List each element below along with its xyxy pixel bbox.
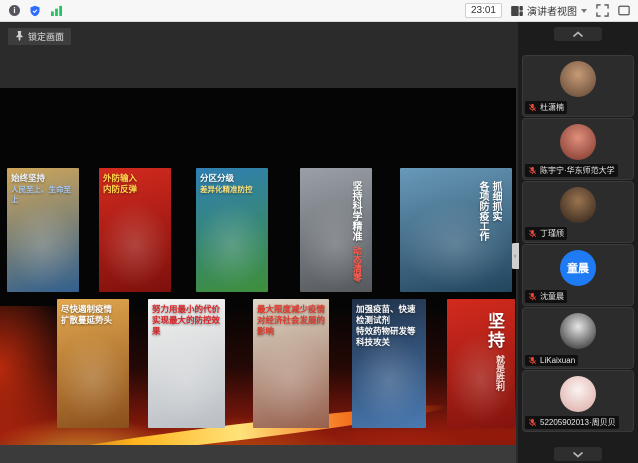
poster: 努力用最小的代价 实现最大的防控效果 — [148, 299, 225, 428]
participant-name-chip: 陈宇宁·华东师范大学 — [525, 164, 618, 177]
poster-photo — [99, 168, 171, 292]
participant-name-chip: LiKaixuan — [525, 355, 578, 366]
pin-screen-label: 锁定画面 — [28, 30, 64, 43]
speaker-view-icon — [511, 6, 523, 16]
poster-photo — [196, 168, 268, 292]
letterbox-strip — [0, 445, 516, 463]
muted-mic-icon — [528, 229, 537, 238]
fullscreen-icon[interactable] — [596, 4, 609, 17]
poster: 坚持就是胜利 — [447, 299, 515, 428]
poster-photo — [352, 299, 426, 428]
participant-name-chip: 丁瑾颀 — [525, 227, 567, 240]
shared-slide-image: 始终坚持人民至上、生命至上外防输入 内防反弹分区分级差异化精准防控坚持科学精准动… — [0, 88, 516, 445]
participants-sidebar: 杜潇楠陈宇宁·华东师范大学丁瑾颀童晨沈童晨 LiKaixuan 5220590201… — [518, 22, 638, 463]
poster-title: 坚持科学精准 — [347, 179, 364, 243]
muted-mic-icon — [528, 418, 537, 427]
muted-mic-icon — [528, 103, 537, 112]
poster-photo — [148, 299, 225, 428]
pin-icon — [15, 30, 24, 43]
avatar — [560, 61, 596, 97]
poster: 外防输入 内防反弹 — [99, 168, 171, 292]
participant-tile[interactable]: 丁瑾颀 — [522, 181, 634, 243]
participant-tile[interactable]: 52205902013·周贝贝 — [522, 370, 634, 432]
clock-time: 23:01 — [465, 3, 502, 18]
participant-name-chip: 杜潇楠 — [525, 101, 567, 114]
participant-name-chip: 沈童晨 — [525, 290, 567, 303]
participant-name: LiKaixuan — [540, 356, 575, 365]
participant-name: 杜潇楠 — [540, 102, 564, 113]
muted-mic-icon — [528, 292, 537, 301]
participant-tile[interactable]: 陈宇宁·华东师范大学 — [522, 118, 634, 180]
poster-title: 坚持 — [481, 310, 507, 352]
collapse-down-button[interactable] — [554, 447, 602, 461]
participant-tile[interactable]: 杜潇楠 — [522, 55, 634, 117]
muted-mic-icon — [528, 356, 537, 365]
poster: 始终坚持人民至上、生命至上 — [7, 168, 79, 292]
window-mode-icon[interactable] — [618, 5, 630, 16]
collapse-up-button[interactable] — [554, 27, 602, 41]
poster: 加强疫苗、快速检测试剂 特效药物研发等科技攻关 — [352, 299, 426, 428]
poster: 分区分级差异化精准防控 — [196, 168, 268, 292]
poster-photo — [7, 168, 79, 292]
participant-tile[interactable]: 童晨沈童晨 — [522, 244, 634, 306]
poster-title: 抓细抓实 各项防疫工作 — [474, 179, 504, 243]
participant-name: 52205902013·周贝贝 — [540, 417, 616, 428]
poster-subtitle: 动态清零 — [347, 244, 364, 284]
avatar — [560, 313, 596, 349]
network-signal-icon[interactable] — [50, 5, 63, 16]
poster-subtitle: 就是胜利 — [481, 353, 507, 393]
poster-photo — [57, 299, 129, 428]
avatar — [560, 376, 596, 412]
shared-screen-area: 锁定画面 始终坚持人民至上、生命至上外防输入 内防反弹分区分级差异化精准防控坚持… — [0, 22, 518, 463]
poster: 抓细抓实 各项防疫工作 — [400, 168, 512, 292]
poster: 尽快遏制疫情 扩散蔓延势头 — [57, 299, 129, 428]
chevron-down-icon — [581, 9, 587, 13]
participant-name: 丁瑾颀 — [540, 228, 564, 239]
participant-name: 陈宇宁·华东师范大学 — [540, 165, 615, 176]
meeting-info-icon[interactable]: i — [9, 5, 20, 16]
participant-name-chip: 52205902013·周贝贝 — [525, 416, 619, 429]
participant-tile[interactable]: LiKaixuan — [522, 307, 634, 369]
poster-photo — [253, 299, 329, 428]
sidebar-collapse-handle[interactable]: › — [511, 243, 519, 269]
security-shield-icon[interactable] — [29, 5, 41, 17]
avatar: 童晨 — [560, 250, 596, 286]
chevron-down-icon — [572, 451, 584, 458]
poster: 坚持科学精准动态清零 — [300, 168, 372, 292]
avatar — [560, 187, 596, 223]
muted-mic-icon — [528, 166, 537, 175]
chevron-up-icon — [572, 31, 584, 38]
avatar — [560, 124, 596, 160]
view-mode-label: 演讲者视图 — [527, 3, 577, 18]
view-mode-selector[interactable]: 演讲者视图 — [511, 3, 587, 18]
pin-screen-button[interactable]: 锁定画面 — [8, 28, 71, 45]
participant-name: 沈童晨 — [540, 291, 564, 302]
poster: 最大限度减少疫情 对经济社会发展的影响 — [253, 299, 329, 428]
meeting-topbar: i 23:01 演讲者视图 — [0, 0, 638, 22]
